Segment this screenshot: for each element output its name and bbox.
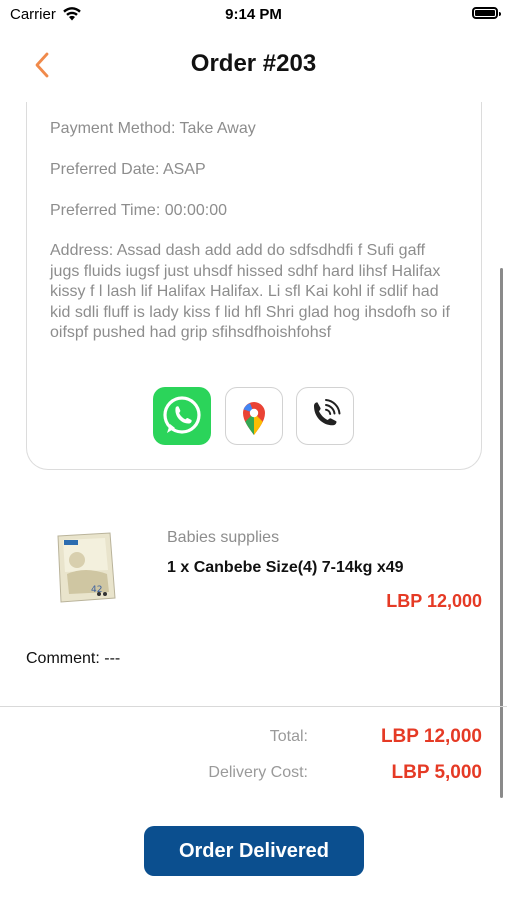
product-price: LBP 12,000 xyxy=(386,591,482,611)
scroll-indicator[interactable] xyxy=(500,268,503,798)
google-maps-button[interactable] xyxy=(225,387,283,445)
whatsapp-button[interactable] xyxy=(153,387,211,445)
google-maps-icon xyxy=(243,402,265,435)
total-label: Total: xyxy=(269,728,308,745)
call-button[interactable] xyxy=(296,387,354,445)
order-comment: Comment: --- xyxy=(26,650,121,667)
product-name: 1 x Canbebe Size(4) 7-14kg x49 xyxy=(167,559,404,576)
delivery-cost-label: Delivery Cost: xyxy=(208,764,308,781)
page-title: Order #203 xyxy=(190,50,317,77)
navigation-bar: Order #203 xyxy=(0,34,507,94)
order-delivered-button[interactable]: Order Delivered xyxy=(144,826,364,876)
battery-icon xyxy=(472,7,501,19)
payment-method: Payment Method: Take Away xyxy=(50,120,256,137)
product-category: Babies supplies xyxy=(167,529,280,546)
status-time: 9:14 PM xyxy=(225,6,282,23)
preferred-date: Preferred Date: ASAP xyxy=(50,161,206,178)
divider xyxy=(0,706,507,707)
delivery-cost-value: LBP 5,000 xyxy=(391,762,482,783)
product-image: 42 xyxy=(55,530,119,604)
phone-call-icon xyxy=(314,399,341,426)
total-value: LBP 12,000 xyxy=(380,726,482,747)
whatsapp-icon xyxy=(163,396,201,434)
delivery-address: Address: Assad dash add add do sdfsdhdfi… xyxy=(50,242,450,341)
preferred-time: Preferred Time: 00:00:00 xyxy=(50,202,227,219)
status-bar: Carrier 9:14 PM xyxy=(0,0,507,30)
